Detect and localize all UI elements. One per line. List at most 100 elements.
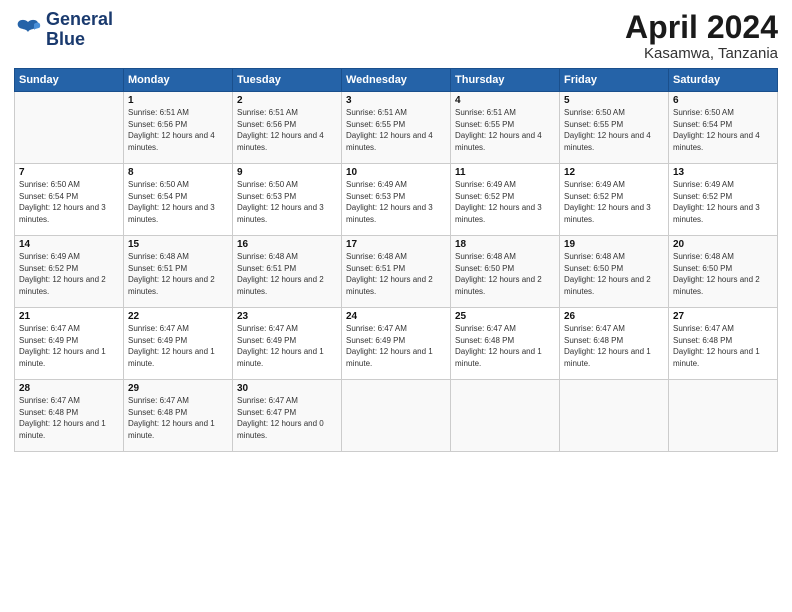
day-number: 11 bbox=[455, 167, 555, 178]
day-info: Sunrise: 6:47 AMSunset: 6:49 PMDaylight:… bbox=[237, 323, 337, 369]
day-info: Sunrise: 6:47 AMSunset: 6:47 PMDaylight:… bbox=[237, 395, 337, 441]
table-cell: 9Sunrise: 6:50 AMSunset: 6:53 PMDaylight… bbox=[233, 164, 342, 236]
table-cell bbox=[342, 380, 451, 452]
table-cell: 29Sunrise: 6:47 AMSunset: 6:48 PMDayligh… bbox=[124, 380, 233, 452]
table-cell: 18Sunrise: 6:48 AMSunset: 6:50 PMDayligh… bbox=[451, 236, 560, 308]
day-number: 24 bbox=[346, 311, 446, 322]
day-info: Sunrise: 6:50 AMSunset: 6:54 PMDaylight:… bbox=[128, 179, 228, 225]
table-cell bbox=[15, 92, 124, 164]
table-cell bbox=[451, 380, 560, 452]
day-info: Sunrise: 6:48 AMSunset: 6:51 PMDaylight:… bbox=[237, 251, 337, 297]
day-number: 13 bbox=[673, 167, 773, 178]
table-cell: 19Sunrise: 6:48 AMSunset: 6:50 PMDayligh… bbox=[560, 236, 669, 308]
table-cell: 14Sunrise: 6:49 AMSunset: 6:52 PMDayligh… bbox=[15, 236, 124, 308]
table-cell: 26Sunrise: 6:47 AMSunset: 6:48 PMDayligh… bbox=[560, 308, 669, 380]
table-cell: 11Sunrise: 6:49 AMSunset: 6:52 PMDayligh… bbox=[451, 164, 560, 236]
day-number: 20 bbox=[673, 239, 773, 250]
table-cell: 17Sunrise: 6:48 AMSunset: 6:51 PMDayligh… bbox=[342, 236, 451, 308]
day-info: Sunrise: 6:47 AMSunset: 6:48 PMDaylight:… bbox=[564, 323, 664, 369]
day-info: Sunrise: 6:48 AMSunset: 6:50 PMDaylight:… bbox=[564, 251, 664, 297]
day-number: 28 bbox=[19, 383, 119, 394]
day-number: 12 bbox=[564, 167, 664, 178]
day-number: 18 bbox=[455, 239, 555, 250]
table-cell: 15Sunrise: 6:48 AMSunset: 6:51 PMDayligh… bbox=[124, 236, 233, 308]
day-number: 4 bbox=[455, 95, 555, 106]
day-info: Sunrise: 6:47 AMSunset: 6:49 PMDaylight:… bbox=[346, 323, 446, 369]
calendar-page: General Blue April 2024 Kasamwa, Tanzani… bbox=[0, 0, 792, 612]
title-block: April 2024 Kasamwa, Tanzania bbox=[625, 10, 778, 62]
day-number: 10 bbox=[346, 167, 446, 178]
day-info: Sunrise: 6:49 AMSunset: 6:53 PMDaylight:… bbox=[346, 179, 446, 225]
table-cell: 13Sunrise: 6:49 AMSunset: 6:52 PMDayligh… bbox=[669, 164, 778, 236]
day-number: 14 bbox=[19, 239, 119, 250]
day-info: Sunrise: 6:47 AMSunset: 6:48 PMDaylight:… bbox=[128, 395, 228, 441]
day-number: 23 bbox=[237, 311, 337, 322]
header-friday: Friday bbox=[560, 69, 669, 92]
day-number: 17 bbox=[346, 239, 446, 250]
table-cell: 5Sunrise: 6:50 AMSunset: 6:55 PMDaylight… bbox=[560, 92, 669, 164]
day-info: Sunrise: 6:47 AMSunset: 6:49 PMDaylight:… bbox=[128, 323, 228, 369]
header-wednesday: Wednesday bbox=[342, 69, 451, 92]
table-cell bbox=[669, 380, 778, 452]
day-info: Sunrise: 6:47 AMSunset: 6:48 PMDaylight:… bbox=[673, 323, 773, 369]
day-number: 5 bbox=[564, 95, 664, 106]
day-info: Sunrise: 6:51 AMSunset: 6:56 PMDaylight:… bbox=[128, 107, 228, 153]
day-info: Sunrise: 6:51 AMSunset: 6:55 PMDaylight:… bbox=[346, 107, 446, 153]
table-cell bbox=[560, 380, 669, 452]
day-number: 3 bbox=[346, 95, 446, 106]
table-cell: 8Sunrise: 6:50 AMSunset: 6:54 PMDaylight… bbox=[124, 164, 233, 236]
day-number: 15 bbox=[128, 239, 228, 250]
calendar-subtitle: Kasamwa, Tanzania bbox=[625, 45, 778, 62]
table-cell: 25Sunrise: 6:47 AMSunset: 6:48 PMDayligh… bbox=[451, 308, 560, 380]
day-number: 8 bbox=[128, 167, 228, 178]
table-cell: 24Sunrise: 6:47 AMSunset: 6:49 PMDayligh… bbox=[342, 308, 451, 380]
calendar-title: April 2024 bbox=[625, 10, 778, 45]
header-tuesday: Tuesday bbox=[233, 69, 342, 92]
logo-text: General Blue bbox=[46, 10, 113, 50]
day-info: Sunrise: 6:49 AMSunset: 6:52 PMDaylight:… bbox=[564, 179, 664, 225]
header-thursday: Thursday bbox=[451, 69, 560, 92]
week-row-2: 7Sunrise: 6:50 AMSunset: 6:54 PMDaylight… bbox=[15, 164, 778, 236]
day-info: Sunrise: 6:50 AMSunset: 6:54 PMDaylight:… bbox=[19, 179, 119, 225]
table-cell: 28Sunrise: 6:47 AMSunset: 6:48 PMDayligh… bbox=[15, 380, 124, 452]
table-cell: 7Sunrise: 6:50 AMSunset: 6:54 PMDaylight… bbox=[15, 164, 124, 236]
day-number: 21 bbox=[19, 311, 119, 322]
day-number: 27 bbox=[673, 311, 773, 322]
week-row-3: 14Sunrise: 6:49 AMSunset: 6:52 PMDayligh… bbox=[15, 236, 778, 308]
table-cell: 2Sunrise: 6:51 AMSunset: 6:56 PMDaylight… bbox=[233, 92, 342, 164]
logo-icon bbox=[14, 18, 42, 42]
calendar-header-row: Sunday Monday Tuesday Wednesday Thursday… bbox=[15, 69, 778, 92]
header-saturday: Saturday bbox=[669, 69, 778, 92]
day-info: Sunrise: 6:50 AMSunset: 6:54 PMDaylight:… bbox=[673, 107, 773, 153]
table-cell: 20Sunrise: 6:48 AMSunset: 6:50 PMDayligh… bbox=[669, 236, 778, 308]
day-number: 9 bbox=[237, 167, 337, 178]
table-cell: 27Sunrise: 6:47 AMSunset: 6:48 PMDayligh… bbox=[669, 308, 778, 380]
day-number: 1 bbox=[128, 95, 228, 106]
day-number: 25 bbox=[455, 311, 555, 322]
day-info: Sunrise: 6:48 AMSunset: 6:51 PMDaylight:… bbox=[128, 251, 228, 297]
table-cell: 23Sunrise: 6:47 AMSunset: 6:49 PMDayligh… bbox=[233, 308, 342, 380]
day-info: Sunrise: 6:50 AMSunset: 6:55 PMDaylight:… bbox=[564, 107, 664, 153]
calendar-table: Sunday Monday Tuesday Wednesday Thursday… bbox=[14, 68, 778, 452]
day-number: 26 bbox=[564, 311, 664, 322]
table-cell: 21Sunrise: 6:47 AMSunset: 6:49 PMDayligh… bbox=[15, 308, 124, 380]
page-header: General Blue April 2024 Kasamwa, Tanzani… bbox=[14, 10, 778, 62]
day-info: Sunrise: 6:47 AMSunset: 6:48 PMDaylight:… bbox=[19, 395, 119, 441]
table-cell: 3Sunrise: 6:51 AMSunset: 6:55 PMDaylight… bbox=[342, 92, 451, 164]
week-row-4: 21Sunrise: 6:47 AMSunset: 6:49 PMDayligh… bbox=[15, 308, 778, 380]
day-info: Sunrise: 6:48 AMSunset: 6:51 PMDaylight:… bbox=[346, 251, 446, 297]
day-number: 2 bbox=[237, 95, 337, 106]
day-info: Sunrise: 6:49 AMSunset: 6:52 PMDaylight:… bbox=[455, 179, 555, 225]
day-info: Sunrise: 6:47 AMSunset: 6:48 PMDaylight:… bbox=[455, 323, 555, 369]
table-cell: 4Sunrise: 6:51 AMSunset: 6:55 PMDaylight… bbox=[451, 92, 560, 164]
day-info: Sunrise: 6:47 AMSunset: 6:49 PMDaylight:… bbox=[19, 323, 119, 369]
day-info: Sunrise: 6:48 AMSunset: 6:50 PMDaylight:… bbox=[455, 251, 555, 297]
table-cell: 1Sunrise: 6:51 AMSunset: 6:56 PMDaylight… bbox=[124, 92, 233, 164]
day-number: 22 bbox=[128, 311, 228, 322]
day-number: 16 bbox=[237, 239, 337, 250]
table-cell: 10Sunrise: 6:49 AMSunset: 6:53 PMDayligh… bbox=[342, 164, 451, 236]
table-cell: 22Sunrise: 6:47 AMSunset: 6:49 PMDayligh… bbox=[124, 308, 233, 380]
header-monday: Monday bbox=[124, 69, 233, 92]
day-info: Sunrise: 6:51 AMSunset: 6:55 PMDaylight:… bbox=[455, 107, 555, 153]
day-number: 30 bbox=[237, 383, 337, 394]
